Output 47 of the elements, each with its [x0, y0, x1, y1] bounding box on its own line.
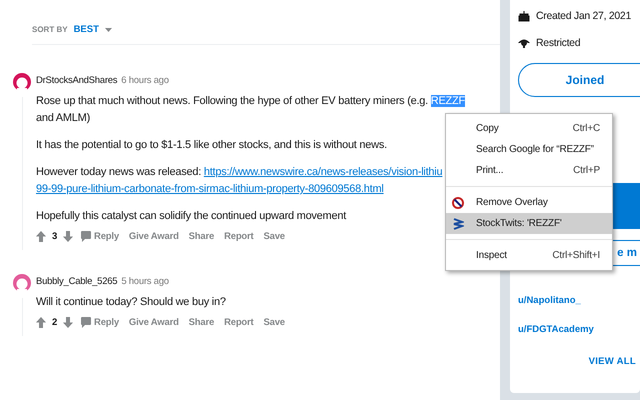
author-name[interactable]: Bubbly_Cable_5265 [36, 276, 118, 287]
action-button[interactable]: Share [186, 317, 216, 328]
action-button[interactable]: Report [222, 317, 256, 328]
comment-text: However today news was released: https://www.newswire.ca/news-releases/vision-lithiu 99-99-pure-lithium-carbonate-from-sirmac-lithium-property-809609568.html [36, 165, 442, 197]
comment-icon [81, 231, 92, 242]
comment-time: 6 hours ago [121, 75, 169, 86]
author-name[interactable]: DrStocksAndShares [36, 75, 118, 86]
zigzag-icon [452, 218, 464, 230]
menu-item[interactable]: Print... Ctrl+P [446, 160, 612, 181]
moderator-link[interactable]: u/Napolitano_ [518, 295, 581, 306]
sort-dropdown[interactable]: BEST [74, 24, 99, 35]
downvote-icon[interactable] [63, 317, 74, 328]
community-type: Restricted [536, 37, 580, 49]
comment-icon [81, 317, 92, 328]
caret-icon[interactable] [104, 28, 112, 32]
upvote-icon[interactable] [36, 231, 46, 242]
downvote-icon[interactable] [63, 231, 74, 242]
avatar-icon[interactable] [13, 274, 31, 294]
sort-label: SORT BY [32, 25, 68, 34]
article-link[interactable]: https://www.newswire.ca/news-releases/vision-lithiu [204, 166, 442, 178]
action-button[interactable]: Reply [79, 317, 121, 328]
action-button[interactable]: Save [262, 231, 287, 242]
created-date: Created Jan 27, 2021 [536, 10, 631, 22]
article-link[interactable]: 99-99-pure-lithium-carbonate-from-sirmac-lithium-property-809609568.html [36, 183, 384, 195]
menu-item[interactable]: Search Google for “REZZF” [446, 139, 612, 160]
menu-item[interactable]: StockTwits: 'REZZF' [446, 213, 612, 234]
no-entry-icon [452, 196, 464, 208]
action-button[interactable]: Save [262, 317, 287, 328]
action-button[interactable]: Give Award [126, 317, 181, 328]
action-button[interactable]: Give Award [126, 231, 181, 242]
action-button[interactable]: Reply [79, 231, 121, 242]
cake-icon [518, 10, 530, 22]
menu-item[interactable]: Remove Overlay [446, 192, 612, 213]
action-button[interactable]: Report [222, 231, 256, 242]
moderator-link[interactable]: u/FDGTAcademy [518, 324, 594, 335]
action-button[interactable]: Share [186, 231, 216, 242]
comment-text: Will it continue today? Should we buy in? [36, 295, 226, 310]
vote-count: 3 [52, 231, 58, 242]
upvote-icon[interactable] [36, 317, 46, 328]
comment-time: 5 hours ago [121, 276, 169, 287]
avatar-icon[interactable] [13, 73, 31, 93]
joined-button[interactable]: Joined [518, 63, 640, 97]
comment-text: Hopefully this catalyst can solidify the continued upward movement [36, 209, 346, 224]
comment-text: It has the potential to go to $1-1.5 like other stocks, and this is without news. [36, 138, 387, 153]
vote-count: 2 [52, 317, 58, 328]
view-all-button[interactable]: VIEW ALL [588, 356, 640, 367]
menu-item[interactable]: Inspect Ctrl+Shift+I [446, 245, 612, 266]
